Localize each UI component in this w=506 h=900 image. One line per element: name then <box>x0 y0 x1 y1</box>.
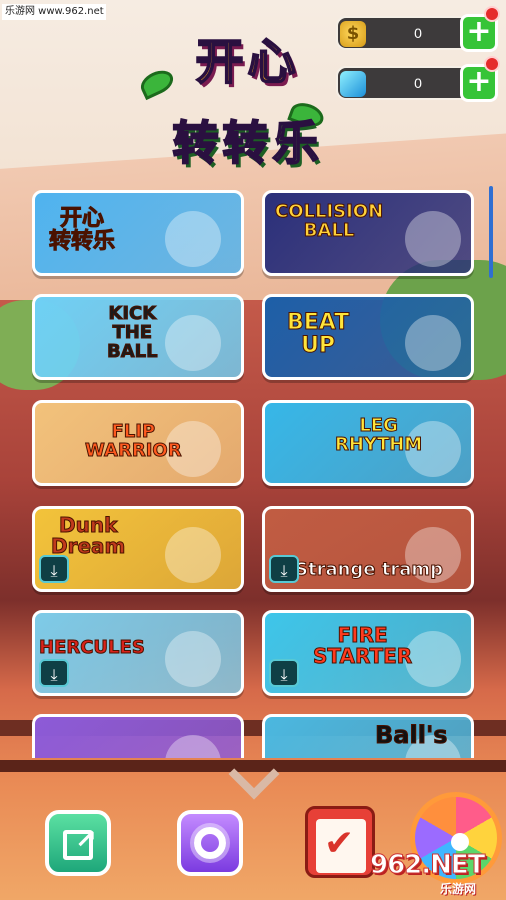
game-card-flip-warrior[interactable]: FLIP WARRIOR <box>32 400 244 486</box>
coin-balance: $ 0 + <box>336 6 500 52</box>
game-title: Strange tramp <box>294 559 444 580</box>
tasks-button[interactable]: ✔ <box>305 806 375 878</box>
gear-icon <box>194 827 226 859</box>
download-icon[interactable]: ⤓ <box>39 659 69 687</box>
scrollbar[interactable] <box>489 186 493 278</box>
game-card-ball-s[interactable]: Ball's <box>262 714 474 758</box>
game-title: HERCULES <box>39 637 146 658</box>
gem-balance: 0 + <box>336 56 500 102</box>
game-title: LEG RHYTHM <box>334 415 423 455</box>
share-button[interactable]: ↗ <box>45 810 111 876</box>
coin-icon: $ <box>340 21 366 47</box>
game-artwork <box>405 631 461 687</box>
game-artwork <box>165 211 221 267</box>
game-artwork <box>405 315 461 371</box>
site-watermark-tag: 乐游网 www.962.net <box>2 4 106 20</box>
chevron-down-icon[interactable] <box>222 748 286 800</box>
watermark-sub: 乐游网 <box>440 882 477 896</box>
game-card-hercules[interactable]: HERCULES ⤓ <box>32 610 244 696</box>
game-title: Dunk Dream <box>50 513 126 558</box>
game-artwork <box>165 735 221 758</box>
logo-line-2: 转转乐 <box>172 115 323 171</box>
game-card-leg-rhythm[interactable]: LEG RHYTHM <box>262 400 474 486</box>
game-title: FIRE STARTER <box>312 623 413 668</box>
game-artwork <box>405 211 461 267</box>
game-card-strange-tramp[interactable]: Strange tramp ⤓ <box>262 506 474 592</box>
notification-dot <box>484 6 500 22</box>
download-icon[interactable]: ⤓ <box>39 555 69 583</box>
game-card-love[interactable] <box>32 714 244 758</box>
gem-value: 0 <box>414 75 422 91</box>
game-card-kick-the-ball[interactable]: KICK THE BALL <box>32 294 244 380</box>
game-card-beat-up[interactable]: BEAT UP <box>262 294 474 380</box>
diamond-icon <box>340 71 366 97</box>
game-logo: 开心 转转乐 <box>136 12 340 187</box>
game-card-collision-ball[interactable]: COLLISION BALL <box>262 190 474 276</box>
coin-value: 0 <box>414 25 422 41</box>
game-title: COLLISION BALL <box>274 201 384 241</box>
settings-button[interactable] <box>177 810 243 876</box>
site-watermark-logo: 962.NET 乐游网 <box>369 850 502 897</box>
game-title: KICK THE BALL <box>107 303 159 362</box>
game-card-fire-starter[interactable]: FIRE STARTER ⤓ <box>262 610 474 696</box>
game-title: 开心 转转乐 <box>48 206 116 255</box>
game-card-dunk-dream[interactable]: Dunk Dream ⤓ <box>32 506 244 592</box>
download-icon[interactable]: ⤓ <box>269 555 299 583</box>
logo-line-1: 开心 <box>194 33 300 91</box>
download-icon[interactable]: ⤓ <box>269 659 299 687</box>
game-card-开心转转乐[interactable]: 开心 转转乐 <box>32 190 244 276</box>
game-title: FLIP WARRIOR <box>85 421 183 461</box>
notification-dot <box>484 56 500 72</box>
game-artwork <box>165 527 221 583</box>
watermark-brand: 962.NET <box>369 850 485 881</box>
game-title: BEAT UP <box>286 310 350 359</box>
game-artwork <box>165 315 221 371</box>
game-grid: 开心 转转乐 COLLISION BALL KICK THE BALL BEAT UP… <box>0 186 506 758</box>
game-title: Ball's <box>375 721 449 749</box>
game-artwork <box>165 631 221 687</box>
lucky-wheel-icon <box>451 833 469 851</box>
